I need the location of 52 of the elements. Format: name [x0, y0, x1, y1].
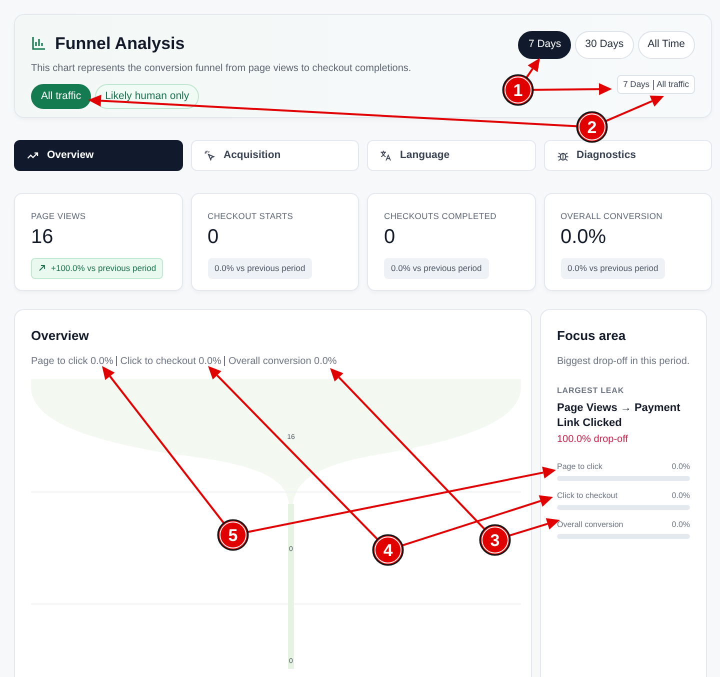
leak-title: Page Views → Payment Link Clicked [557, 400, 682, 432]
cursor-click-icon [204, 150, 216, 162]
stat-label: CHECKOUTS COMPLETED [384, 210, 498, 223]
page-description: This chart represents the conversion funnel from page views to checkout completions. [31, 62, 412, 76]
date-range-button[interactable]: All Time [638, 31, 695, 59]
change-text: 0.0% vs previous period [568, 262, 658, 274]
translate-icon [380, 150, 392, 162]
traffic-filter-button[interactable]: All traffic [31, 84, 92, 110]
section-title: Focus area [557, 327, 627, 345]
tab[interactable]: Acquisition [190, 140, 359, 171]
conversion-rate: Click to checkout 0.0% [120, 354, 222, 368]
conversion-rate: Page to click 0.0% [31, 354, 114, 368]
callout-number: 4 [372, 534, 404, 566]
callout-number: 3 [479, 524, 511, 556]
metric-value: 0.0% [672, 490, 690, 502]
stat-value: 0.0% [560, 226, 608, 248]
stat-label: OVERALL CONVERSION [560, 210, 664, 223]
arrow-up-right-icon [38, 264, 46, 272]
section-title: Overview [31, 327, 90, 345]
trend-icon [27, 150, 39, 162]
annotation-arrow [526, 58, 540, 78]
stat-label: CHECKOUT STARTS [208, 210, 294, 223]
leak-label: LARGEST LEAK [557, 384, 626, 396]
dropoff-text: 100.0% drop-off [557, 433, 629, 448]
tab[interactable]: Overview [14, 140, 182, 171]
page-title: Funnel Analysis [55, 33, 185, 55]
tab[interactable]: Diagnostics [544, 140, 712, 171]
traffic-filter-button[interactable]: Likely human only [95, 84, 200, 110]
stat-value: 0 [384, 226, 396, 248]
metric-label: Click to checkout [557, 490, 618, 502]
change-text: 0.0% vs previous period [214, 262, 306, 274]
focus-subtitle: Biggest drop-off in this period. [557, 354, 690, 368]
conversion-rate: Overall conversion 0.0% [228, 354, 337, 368]
callout-number: 1 [502, 74, 534, 106]
metric-value: 0.0% [672, 519, 690, 532]
callout-number: 5 [217, 519, 249, 551]
change-text: +100.0% vs previous period [51, 262, 156, 274]
date-range-button[interactable]: 7 Days [518, 31, 572, 59]
metric-value: 0.0% [672, 461, 690, 474]
stat-value: 16 [31, 226, 54, 248]
bug-icon [556, 150, 568, 162]
tab[interactable]: Language [367, 140, 536, 171]
summary-text: All traffic [656, 78, 689, 89]
stat-value: 0 [208, 226, 220, 248]
stat-label: PAGE VIEWS [31, 210, 87, 223]
change-text: 0.0% vs previous period [391, 262, 482, 274]
summary-text: 7 Days [623, 78, 650, 89]
metric-label: Page to click [557, 461, 602, 474]
date-range-button[interactable]: 30 Days [575, 31, 634, 59]
bar-chart-icon [31, 36, 47, 52]
metric-label: Overall conversion [557, 519, 624, 532]
callout-number: 2 [576, 111, 608, 143]
